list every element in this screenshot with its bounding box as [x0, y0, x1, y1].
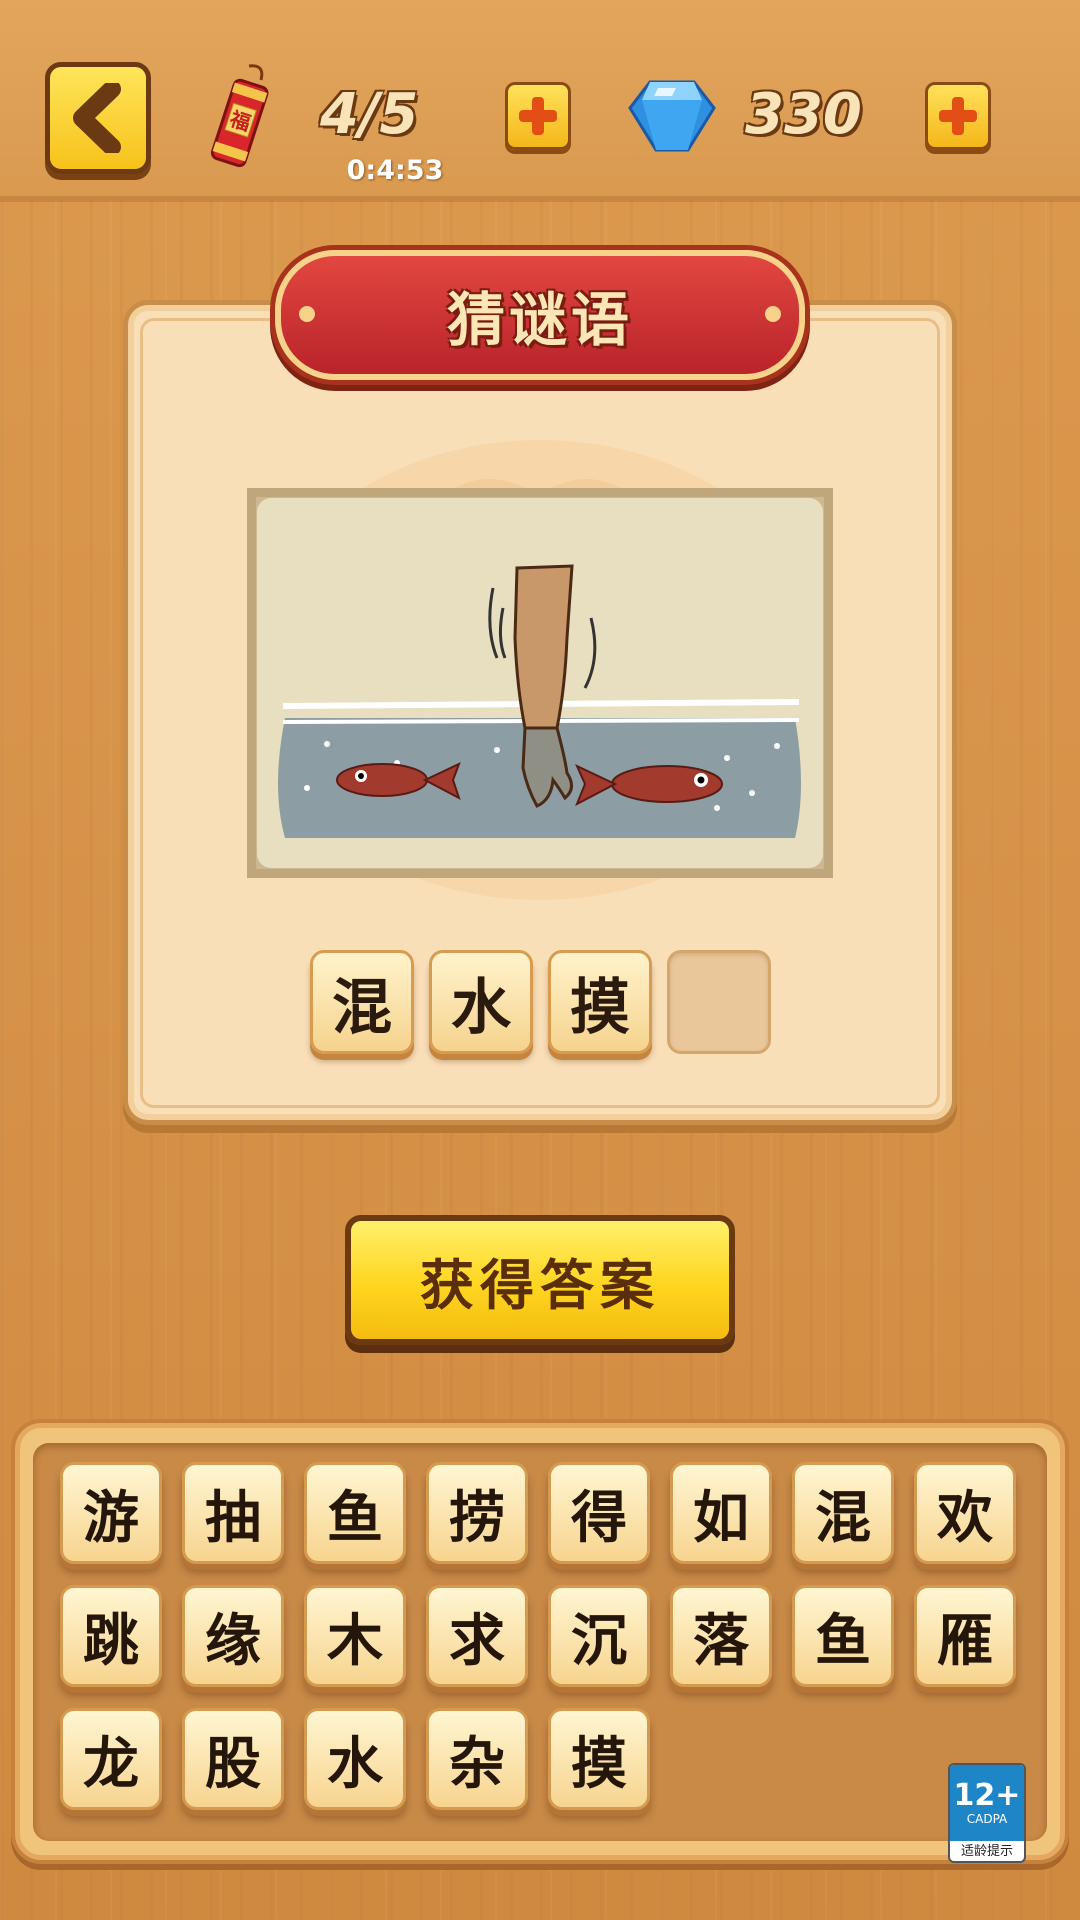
answer-slot-2[interactable]: 水 — [429, 950, 533, 1054]
plus-icon — [939, 97, 977, 135]
age-rating-badge: 12+ CADPA 适龄提示 — [948, 1763, 1026, 1863]
top-bar-divider — [0, 196, 1080, 202]
char-key[interactable]: 求 — [426, 1585, 528, 1687]
answer-slot-3[interactable]: 摸 — [548, 950, 652, 1054]
char-key[interactable]: 混 — [792, 1462, 894, 1564]
char-key[interactable]: 摸 — [548, 1708, 650, 1810]
banner-rivet — [765, 306, 781, 322]
answer-slot-1[interactable]: 混 — [310, 950, 414, 1054]
age-rating-top: 12+ CADPA — [950, 1765, 1024, 1841]
gem-icon — [628, 80, 716, 152]
back-arrow-icon — [73, 83, 121, 153]
char-key[interactable]: 龙 — [60, 1708, 162, 1810]
lives-timer: 0:4:53 — [346, 155, 444, 186]
char-key[interactable]: 水 — [304, 1708, 406, 1810]
firecracker-icon: 福 — [210, 64, 269, 168]
add-lives-button[interactable] — [505, 82, 571, 150]
gem-counter: 330 — [745, 82, 862, 147]
char-key[interactable]: 雁 — [914, 1585, 1016, 1687]
get-answer-button[interactable]: 获得答案 — [345, 1215, 735, 1345]
puzzle-title: 猜谜语 — [446, 286, 633, 354]
char-key[interactable]: 木 — [304, 1585, 406, 1687]
char-key[interactable]: 跳 — [60, 1585, 162, 1687]
char-key[interactable]: 得 — [548, 1462, 650, 1564]
char-key[interactable]: 捞 — [426, 1462, 528, 1564]
age-rating-org: CADPA — [966, 1812, 1008, 1826]
char-key[interactable]: 落 — [670, 1585, 772, 1687]
char-key[interactable]: 杂 — [426, 1708, 528, 1810]
banner-rivet — [299, 306, 315, 322]
add-gems-button[interactable] — [925, 82, 991, 150]
lives-counter: 4/5 — [320, 82, 419, 147]
get-answer-label: 获得答案 — [420, 1252, 660, 1317]
puzzle-image — [247, 488, 833, 878]
char-key[interactable]: 股 — [182, 1708, 284, 1810]
answer-slot-4[interactable] — [667, 950, 771, 1054]
char-key[interactable]: 缘 — [182, 1585, 284, 1687]
char-key[interactable]: 欢 — [914, 1462, 1016, 1564]
char-key[interactable]: 游 — [60, 1462, 162, 1564]
char-key[interactable]: 沉 — [548, 1585, 650, 1687]
age-rating-caption: 适龄提示 — [960, 1844, 1013, 1859]
char-key[interactable]: 抽 — [182, 1462, 284, 1564]
back-button[interactable] — [45, 62, 151, 174]
char-key[interactable]: 如 — [670, 1462, 772, 1564]
char-key[interactable]: 鱼 — [304, 1462, 406, 1564]
plus-icon — [519, 97, 557, 135]
age-rating: 12+ — [953, 1778, 1021, 1813]
char-key[interactable]: 鱼 — [792, 1585, 894, 1687]
title-banner: 猜谜语 — [275, 250, 805, 380]
